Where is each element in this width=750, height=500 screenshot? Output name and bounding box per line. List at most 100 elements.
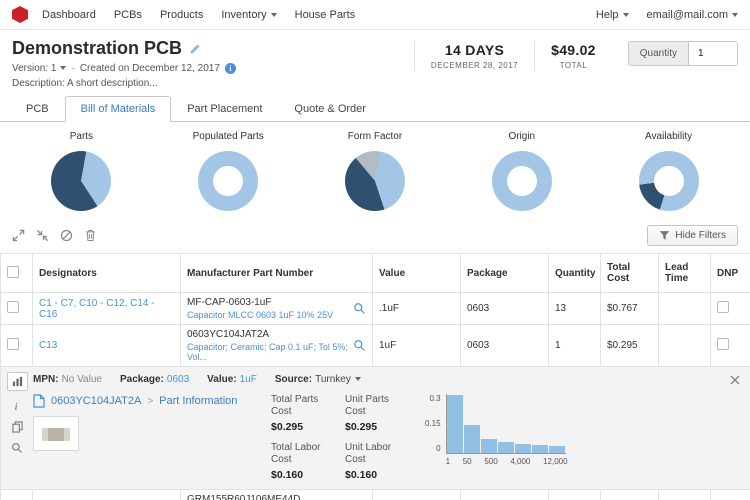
hide-filters-label: Hide Filters [675, 230, 726, 241]
main-tabs: PCB Bill of Materials Part Placement Quo… [0, 96, 750, 122]
chevron-down-icon [623, 13, 629, 17]
chevron-down-icon [271, 13, 277, 17]
detail-part-number-link[interactable]: 0603YC104JAT2A [51, 395, 141, 407]
part-info-icon[interactable]: i [12, 400, 22, 412]
meta-source-value: Turnkey [315, 374, 351, 385]
dnp-checkbox[interactable] [717, 338, 729, 350]
meta-value-label: Value: [207, 374, 236, 385]
origin-donut-chart[interactable] [492, 151, 552, 211]
chart-label: Populated Parts [193, 131, 264, 142]
availability-donut-chart[interactable] [639, 151, 699, 211]
lead-days-value: 14 DAYS [431, 42, 518, 58]
meta-value: Value: 1uF [207, 374, 257, 385]
delete-rows-icon[interactable] [84, 229, 97, 242]
designators-link[interactable]: C13 [39, 340, 57, 351]
cost-label: Total Parts Cost [271, 394, 333, 418]
row-checkbox[interactable] [7, 338, 19, 350]
copy-part-icon[interactable] [12, 421, 23, 433]
meta-package-value[interactable]: 0603 [167, 374, 189, 385]
dnp-ban-icon[interactable] [60, 229, 73, 242]
y-tick: 0.3 [429, 394, 440, 403]
designators-link[interactable]: C1 - C7, C10 - C12, C14 - C16 [39, 298, 155, 320]
account-menu[interactable]: email@mail.com [647, 9, 738, 21]
nav-item-pcbs[interactable]: PCBs [114, 9, 142, 21]
price-break-bar [447, 395, 463, 453]
help-label: Help [596, 9, 619, 21]
value-cell: 1uF [373, 325, 461, 367]
quantity-cell: 13 [549, 293, 601, 325]
page-title: Demonstration PCB [12, 38, 182, 59]
part-search-icon[interactable] [353, 302, 366, 315]
nav-item-dashboard[interactable]: Dashboard [42, 9, 96, 21]
chart-label: Availability [645, 131, 692, 142]
nav-item-products[interactable]: Products [160, 9, 203, 21]
brand-logo-icon[interactable] [12, 6, 28, 23]
meta-value-value[interactable]: 1uF [240, 374, 257, 385]
description-text: Description: A short description... [12, 78, 414, 89]
quantity-input[interactable] [689, 42, 737, 65]
tab-part-placement[interactable]: Part Placement [171, 96, 278, 122]
cost-value: $0.295 [271, 421, 333, 434]
total-label: TOTAL [551, 61, 596, 70]
bom-toolbar: Hide Filters [0, 220, 750, 253]
part-info-block: 0603YC104JAT2A > Part Information [33, 394, 255, 481]
bom-table: Designators Manufacturer Part Number Val… [0, 253, 750, 500]
chart-parts: Parts [8, 131, 155, 211]
nav-item-inventory[interactable]: Inventory [221, 9, 276, 21]
populated-parts-donut-chart[interactable] [198, 151, 258, 211]
version-dropdown[interactable]: Version: 1 [12, 63, 66, 74]
parts-pie-chart[interactable] [51, 151, 111, 211]
mpn-text: MF-CAP-0603-1uF [187, 297, 333, 308]
info-icon[interactable]: i [225, 63, 236, 74]
bom-summary-charts: Parts Populated Parts Form Factor Origin… [0, 122, 750, 220]
price-chart-icon[interactable] [7, 372, 28, 391]
edit-title-icon[interactable] [189, 42, 202, 55]
form-factor-pie-chart[interactable] [345, 151, 405, 211]
lead-date-value: DECEMBER 28, 2017 [431, 61, 518, 70]
col-quantity: Quantity [549, 254, 601, 293]
select-all-checkbox[interactable] [7, 266, 19, 278]
mpn-description-link[interactable]: Capacitor MLCC 0603 1uF 10% 25V [187, 310, 333, 320]
hide-filters-button[interactable]: Hide Filters [647, 225, 738, 246]
row-checkbox[interactable] [7, 301, 19, 313]
page-header: Demonstration PCB Version: 1 · Created o… [0, 30, 750, 91]
expand-rows-icon[interactable] [12, 229, 25, 242]
total-cost-cell: $0.767 [601, 293, 659, 325]
svg-text:i: i [15, 401, 18, 412]
top-navbar: Dashboard PCBs Products Inventory House … [0, 0, 750, 30]
price-break-chart: 0.3 0.15 0 1 50 500 4,000 [425, 394, 568, 481]
created-text: Created on December 12, 2017 [80, 63, 220, 74]
x-tick: 50 [463, 457, 472, 466]
part-information-link[interactable]: Part Information [159, 395, 237, 407]
part-search-icon[interactable] [353, 339, 366, 352]
price-break-bar [464, 425, 480, 453]
tab-pcb[interactable]: PCB [10, 96, 65, 122]
chevron-down-icon [60, 66, 66, 70]
nav-item-house-parts[interactable]: House Parts [295, 9, 356, 21]
cost-item: Total Labor Cost $0.160 [271, 442, 333, 482]
package-cell: 0603 [461, 325, 549, 367]
lead-time-cell [659, 490, 711, 500]
lead-time-cell [659, 325, 711, 367]
dnp-checkbox[interactable] [717, 301, 729, 313]
value-cell: .1uF [373, 293, 461, 325]
source-dropdown[interactable]: Source:Turnkey [275, 374, 361, 385]
part-detail-panel: i MPN:No Value Package:0603 Value:1uF So… [1, 367, 750, 489]
quantity-cell: 1 [549, 325, 601, 367]
tab-bill-of-materials[interactable]: Bill of Materials [65, 96, 172, 122]
quantity-label: Quantity [629, 42, 689, 65]
x-tick: 12,000 [543, 457, 567, 466]
close-detail-icon[interactable] [730, 375, 740, 385]
search-part-icon[interactable] [11, 442, 23, 454]
package-cell: 0603 [461, 293, 549, 325]
tab-quote-order[interactable]: Quote & Order [278, 96, 382, 122]
price-break-bar [481, 439, 497, 453]
part-thumbnail[interactable] [33, 416, 79, 451]
col-package: Package [461, 254, 549, 293]
document-icon [33, 394, 45, 408]
chart-origin: Origin [448, 131, 595, 211]
help-menu[interactable]: Help [596, 9, 629, 21]
mpn-description-link[interactable]: Capacitor; Ceramic; Cap 0.1 uF; Tol 5%; … [187, 342, 349, 362]
meta-mpn: MPN:No Value [33, 374, 102, 385]
collapse-rows-icon[interactable] [36, 229, 49, 242]
